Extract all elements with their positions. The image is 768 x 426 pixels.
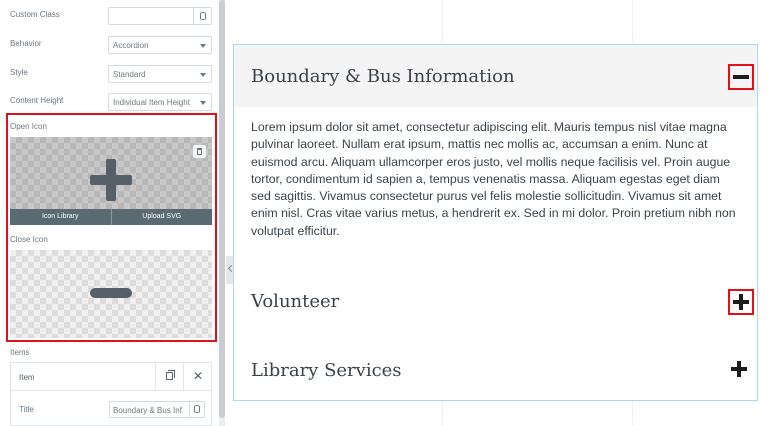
plus-icon-vertical (739, 294, 743, 310)
accordion-item-header[interactable]: Volunteer (234, 281, 757, 325)
repeater-item: Item ✕ Title Boundary & Bus Inf (10, 362, 212, 426)
accordion-toggle[interactable] (728, 64, 754, 90)
dynamic-tags-button[interactable] (193, 8, 211, 24)
accordion-item-header[interactable]: Boundary & Bus Information (234, 45, 757, 107)
item-title-label: Title (19, 405, 34, 414)
item-title-row: Title Boundary & Bus Inf (19, 401, 205, 418)
database-icon (194, 405, 200, 413)
behavior-row: Behavior Accordion (10, 36, 212, 54)
settings-panel: Custom Class Behavior Accordion Style St… (0, 0, 222, 426)
custom-class-row: Custom Class (10, 7, 212, 25)
accordion-item-title: Library Services (251, 360, 402, 381)
accordion-toggle[interactable] (728, 289, 754, 315)
content-height-label: Content Height (10, 96, 64, 105)
accordion-item-header[interactable]: Library Services (234, 350, 757, 394)
accordion-widget: Boundary & Bus Information Lorem ipsum d… (233, 44, 758, 401)
accordion-item-content: Lorem ipsum dolor sit amet, consectetur … (251, 120, 736, 238)
chevron-down-icon (200, 44, 206, 48)
style-value: Standard (113, 70, 146, 79)
highlight-box (6, 113, 217, 342)
plus-icon-vertical (737, 361, 741, 377)
item-title-value: Boundary & Bus Inf (113, 406, 182, 415)
behavior-value: Accordion (113, 41, 149, 50)
behavior-label: Behavior (10, 39, 42, 48)
content-height-select[interactable]: Individual Item Height (108, 93, 212, 111)
panel-scrollbar-thumb[interactable] (219, 0, 225, 418)
editor-screen: Custom Class Behavior Accordion Style St… (0, 0, 768, 426)
repeater-item-header[interactable]: Item ✕ (11, 363, 211, 391)
behavior-select[interactable]: Accordion (108, 36, 212, 54)
accordion-item-title: Volunteer (251, 291, 340, 312)
accordion-item-title: Boundary & Bus Information (251, 66, 515, 87)
remove-item-button[interactable]: ✕ (183, 363, 211, 390)
duplicate-item-button[interactable] (155, 363, 183, 390)
content-height-row: Content Height Individual Item Height (10, 93, 212, 111)
accordion-toggle[interactable] (728, 358, 754, 384)
dynamic-tags-button[interactable] (189, 402, 204, 417)
custom-class-input[interactable] (108, 7, 212, 25)
close-icon: ✕ (193, 369, 204, 383)
content-height-value: Individual Item Height (113, 98, 190, 107)
custom-class-label: Custom Class (10, 10, 60, 19)
items-label: Items (10, 348, 30, 357)
database-icon (200, 12, 206, 20)
minus-icon (733, 75, 749, 79)
copy-icon (166, 370, 175, 380)
item-title-input[interactable]: Boundary & Bus Inf (109, 401, 205, 418)
chevron-down-icon (200, 73, 206, 77)
chevron-down-icon (200, 101, 206, 105)
style-row: Style Standard (10, 65, 212, 83)
repeater-item-name: Item (19, 373, 35, 382)
style-select[interactable]: Standard (108, 65, 212, 83)
style-label: Style (10, 68, 28, 77)
